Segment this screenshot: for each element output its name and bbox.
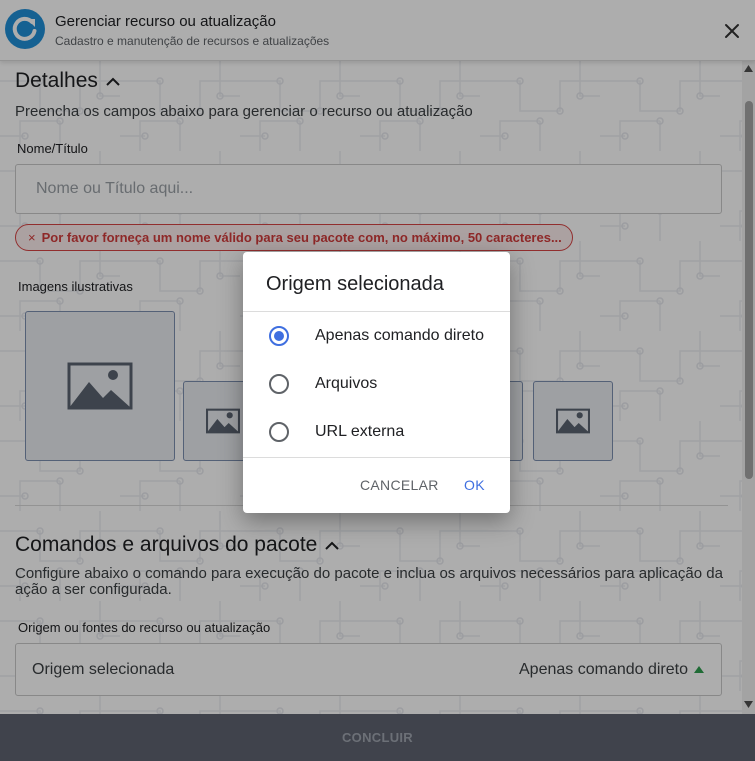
- radio-unchecked-icon[interactable]: [269, 374, 289, 394]
- option-label: Arquivos: [315, 375, 378, 392]
- radio-unchecked-icon[interactable]: [269, 422, 289, 442]
- cancel-button[interactable]: CANCELAR: [360, 477, 439, 493]
- dialog-title: Origem selecionada: [266, 273, 444, 295]
- option-direct-command[interactable]: Apenas comando direto: [243, 312, 510, 360]
- radio-checked-icon[interactable]: [269, 326, 289, 346]
- option-external-url[interactable]: URL externa: [243, 408, 510, 456]
- option-label: Apenas comando direto: [315, 327, 484, 344]
- dialog-divider-bottom: [243, 457, 510, 458]
- ok-button[interactable]: OK: [464, 477, 485, 493]
- option-label: URL externa: [315, 423, 405, 440]
- origin-dialog: Origem selecionada Apenas comando direto…: [243, 252, 510, 513]
- option-files[interactable]: Arquivos: [243, 360, 510, 408]
